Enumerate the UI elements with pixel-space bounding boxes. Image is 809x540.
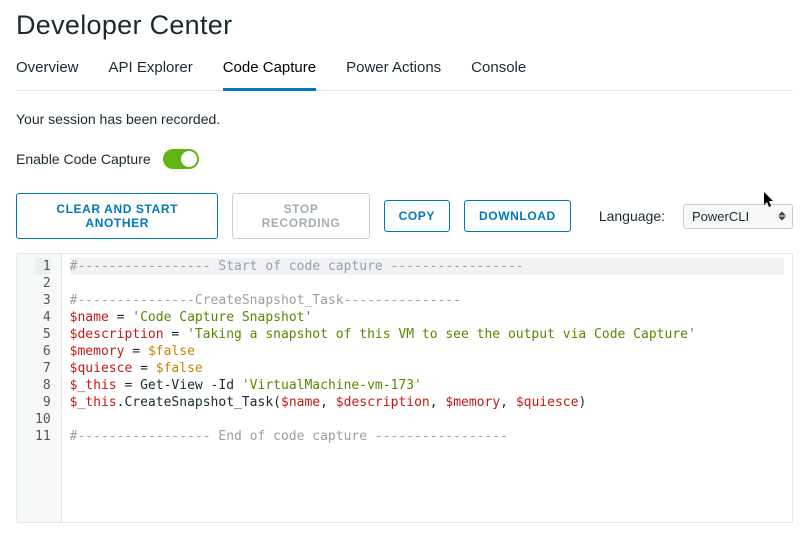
enable-code-capture-row: Enable Code Capture xyxy=(16,149,793,169)
code-line[interactable]: $_this = Get-View -Id 'VirtualMachine-vm… xyxy=(70,377,784,394)
code-line[interactable] xyxy=(70,275,784,292)
enable-code-capture-toggle[interactable] xyxy=(163,149,199,169)
line-number: 5 xyxy=(35,326,51,343)
action-bar: CLEAR AND START ANOTHER STOP RECORDING C… xyxy=(16,193,793,239)
tab-bar: Overview API Explorer Code Capture Power Ac… xyxy=(16,59,793,91)
clear-and-start-another-button[interactable]: CLEAR AND START ANOTHER xyxy=(16,193,218,239)
code-line[interactable]: $description = 'Taking a snapshot of thi… xyxy=(70,326,784,343)
line-number: 9 xyxy=(35,394,51,411)
toggle-knob xyxy=(181,151,197,167)
line-number: 3 xyxy=(35,292,51,309)
code-line[interactable]: #----------------- Start of code capture… xyxy=(70,258,784,275)
line-number: 4 xyxy=(35,309,51,326)
code-line[interactable]: $quiesce = $false xyxy=(70,360,784,377)
line-number: 7 xyxy=(35,360,51,377)
code-line[interactable]: #----------------- End of code capture -… xyxy=(70,428,784,445)
tab-power-actions[interactable]: Power Actions xyxy=(346,59,441,91)
code-line[interactable] xyxy=(70,411,784,428)
copy-button[interactable]: COPY xyxy=(384,200,450,232)
line-number: 11 xyxy=(35,428,51,445)
language-label: Language: xyxy=(599,208,665,224)
line-number: 2 xyxy=(35,275,51,292)
tab-overview[interactable]: Overview xyxy=(16,59,79,91)
tab-api-explorer[interactable]: API Explorer xyxy=(109,59,193,91)
enable-code-capture-label: Enable Code Capture xyxy=(16,151,151,167)
code-line[interactable]: $name = 'Code Capture Snapshot' xyxy=(70,309,784,326)
line-number: 8 xyxy=(35,377,51,394)
language-select[interactable]: PowerCLI xyxy=(683,204,793,229)
stop-recording-button: STOP RECORDING xyxy=(232,193,369,239)
tab-code-capture[interactable]: Code Capture xyxy=(223,59,316,91)
page-title: Developer Center xyxy=(16,10,793,41)
code-body[interactable]: #----------------- Start of code capture… xyxy=(62,254,792,522)
status-message: Your session has been recorded. xyxy=(16,111,793,127)
tab-console[interactable]: Console xyxy=(471,59,526,91)
code-line[interactable]: #---------------CreateSnapshot_Task-----… xyxy=(70,292,784,309)
code-line[interactable]: $memory = $false xyxy=(70,343,784,360)
select-stepper-icon xyxy=(778,212,786,221)
language-selected-value: PowerCLI xyxy=(692,209,749,224)
download-button[interactable]: DOWNLOAD xyxy=(464,200,571,232)
code-editor[interactable]: 1234567891011 #----------------- Start o… xyxy=(16,253,793,523)
line-number: 10 xyxy=(35,411,51,428)
line-number: 1 xyxy=(35,258,51,275)
code-line[interactable]: $_this.CreateSnapshot_Task($name, $descr… xyxy=(70,394,784,411)
line-gutter: 1234567891011 xyxy=(17,254,62,522)
line-number: 6 xyxy=(35,343,51,360)
